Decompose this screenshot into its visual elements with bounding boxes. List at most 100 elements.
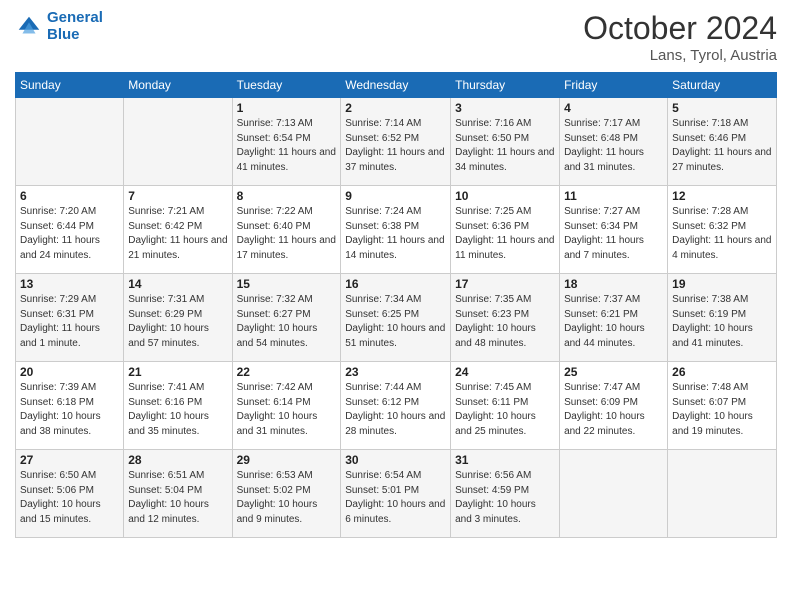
day-number: 4	[564, 101, 663, 115]
calendar-cell: 17 Sunrise: 7:35 AMSunset: 6:23 PMDayligh…	[451, 274, 560, 362]
day-info: Sunrise: 7:24 AMSunset: 6:38 PMDaylight:…	[345, 205, 446, 263]
day-number: 13	[20, 277, 119, 291]
weekday-header-sunday: Sunday	[16, 73, 124, 98]
calendar-cell: 29 Sunrise: 6:53 AMSunset: 5:02 PMDayligh…	[232, 450, 341, 538]
weekday-header-monday: Monday	[124, 73, 232, 98]
calendar-week-row: 6Sunrise: 7:20 AMSunset: 6:44 PMDaylight…	[16, 186, 777, 274]
day-info: Sunrise: 7:34 AMSunset: 6:25 PMDaylight:…	[345, 293, 446, 351]
day-info: Sunrise: 7:22 AMSunset: 6:40 PMDaylight:…	[237, 205, 337, 263]
calendar-week-row: 27 Sunrise: 6:50 AMSunset: 5:06 PMDayligh…	[16, 450, 777, 538]
day-info: Sunrise: 7:25 AMSunset: 6:36 PMDaylight:…	[455, 205, 555, 263]
calendar-cell: 6Sunrise: 7:20 AMSunset: 6:44 PMDaylight…	[16, 186, 124, 274]
day-number: 31	[455, 453, 555, 467]
calendar-cell: 14 Sunrise: 7:31 AMSunset: 6:29 PMDayligh…	[124, 274, 232, 362]
day-number: 18	[564, 277, 663, 291]
day-number: 2	[345, 101, 446, 115]
day-number: 10	[455, 189, 555, 203]
day-info: Sunrise: 7:17 AMSunset: 6:48 PMDaylight:…	[564, 117, 663, 175]
day-number: 19	[672, 277, 772, 291]
day-number: 24	[455, 365, 555, 379]
day-number: 8	[237, 189, 337, 203]
day-number: 11	[564, 189, 663, 203]
day-info: Sunrise: 6:51 AMSunset: 5:04 PMDaylight:…	[128, 469, 227, 527]
day-number: 20	[20, 365, 119, 379]
day-number: 16	[345, 277, 446, 291]
day-number: 7	[128, 189, 227, 203]
calendar-cell: 23Sunrise: 7:44 AMSunset: 6:12 PMDayligh…	[341, 362, 451, 450]
day-number: 14	[128, 277, 227, 291]
calendar-cell: 24 Sunrise: 7:45 AMSunset: 6:11 PMDayligh…	[451, 362, 560, 450]
day-info: Sunrise: 7:45 AMSunset: 6:11 PMDaylight:…	[455, 381, 555, 439]
calendar-cell: 8 Sunrise: 7:22 AMSunset: 6:40 PMDaylight…	[232, 186, 341, 274]
calendar-cell: 2Sunrise: 7:14 AMSunset: 6:52 PMDaylight…	[341, 98, 451, 186]
calendar-cell: 19Sunrise: 7:38 AMSunset: 6:19 PMDayligh…	[668, 274, 777, 362]
day-info: Sunrise: 7:32 AMSunset: 6:27 PMDaylight:…	[237, 293, 337, 351]
day-info: Sunrise: 6:54 AMSunset: 5:01 PMDaylight:…	[345, 469, 446, 527]
day-number: 5	[672, 101, 772, 115]
calendar-cell: 10 Sunrise: 7:25 AMSunset: 6:36 PMDayligh…	[451, 186, 560, 274]
calendar-cell: 7Sunrise: 7:21 AMSunset: 6:42 PMDaylight…	[124, 186, 232, 274]
day-number: 1	[237, 101, 337, 115]
weekday-header-row: SundayMondayTuesdayWednesdayThursdayFrid…	[16, 73, 777, 98]
calendar-cell: 1 Sunrise: 7:13 AMSunset: 6:54 PMDaylight…	[232, 98, 341, 186]
calendar-cell: 11 Sunrise: 7:27 AMSunset: 6:34 PMDayligh…	[560, 186, 668, 274]
day-info: Sunrise: 7:41 AMSunset: 6:16 PMDaylight:…	[128, 381, 227, 439]
month-title: October 2024	[583, 10, 777, 47]
day-info: Sunrise: 7:42 AMSunset: 6:14 PMDaylight:…	[237, 381, 337, 439]
calendar-cell: 31 Sunrise: 6:56 AMSunset: 4:59 PMDayligh…	[451, 450, 560, 538]
day-number: 21	[128, 365, 227, 379]
day-number: 3	[455, 101, 555, 115]
calendar-cell: 16 Sunrise: 7:34 AMSunset: 6:25 PMDayligh…	[341, 274, 451, 362]
header: General Blue October 2024 Lans, Tyrol, A…	[15, 10, 777, 64]
calendar-cell: 4 Sunrise: 7:17 AMSunset: 6:48 PMDaylight…	[560, 98, 668, 186]
weekday-header-thursday: Thursday	[451, 73, 560, 98]
logo: General Blue	[15, 10, 103, 43]
calendar-week-row: 20 Sunrise: 7:39 AMSunset: 6:18 PMDayligh…	[16, 362, 777, 450]
calendar-cell: 27 Sunrise: 6:50 AMSunset: 5:06 PMDayligh…	[16, 450, 124, 538]
calendar-cell: 18Sunrise: 7:37 AMSunset: 6:21 PMDayligh…	[560, 274, 668, 362]
title-block: October 2024 Lans, Tyrol, Austria	[583, 10, 777, 64]
day-number: 22	[237, 365, 337, 379]
weekday-header-friday: Friday	[560, 73, 668, 98]
calendar-cell: 30 Sunrise: 6:54 AMSunset: 5:01 PMDayligh…	[341, 450, 451, 538]
day-number: 12	[672, 189, 772, 203]
day-info: Sunrise: 7:18 AMSunset: 6:46 PMDaylight:…	[672, 117, 772, 175]
calendar-cell: 20 Sunrise: 7:39 AMSunset: 6:18 PMDayligh…	[16, 362, 124, 450]
calendar-week-row: 1 Sunrise: 7:13 AMSunset: 6:54 PMDaylight…	[16, 98, 777, 186]
day-info: Sunrise: 7:28 AMSunset: 6:32 PMDaylight:…	[672, 205, 772, 263]
day-info: Sunrise: 7:20 AMSunset: 6:44 PMDaylight:…	[20, 205, 119, 263]
day-info: Sunrise: 7:48 AMSunset: 6:07 PMDaylight:…	[672, 381, 772, 439]
page: General Blue October 2024 Lans, Tyrol, A…	[0, 0, 792, 612]
day-number: 25	[564, 365, 663, 379]
calendar-cell: 13 Sunrise: 7:29 AMSunset: 6:31 PMDayligh…	[16, 274, 124, 362]
day-number: 27	[20, 453, 119, 467]
calendar-cell: 3 Sunrise: 7:16 AMSunset: 6:50 PMDaylight…	[451, 98, 560, 186]
day-info: Sunrise: 7:39 AMSunset: 6:18 PMDaylight:…	[20, 381, 119, 439]
calendar-cell: 26 Sunrise: 7:48 AMSunset: 6:07 PMDayligh…	[668, 362, 777, 450]
day-number: 26	[672, 365, 772, 379]
weekday-header-wednesday: Wednesday	[341, 73, 451, 98]
weekday-header-saturday: Saturday	[668, 73, 777, 98]
day-number: 17	[455, 277, 555, 291]
day-info: Sunrise: 7:29 AMSunset: 6:31 PMDaylight:…	[20, 293, 119, 351]
calendar-cell: 21 Sunrise: 7:41 AMSunset: 6:16 PMDayligh…	[124, 362, 232, 450]
day-number: 29	[237, 453, 337, 467]
day-info: Sunrise: 6:50 AMSunset: 5:06 PMDaylight:…	[20, 469, 119, 527]
day-info: Sunrise: 7:31 AMSunset: 6:29 PMDaylight:…	[128, 293, 227, 351]
day-info: Sunrise: 7:27 AMSunset: 6:34 PMDaylight:…	[564, 205, 663, 263]
day-number: 9	[345, 189, 446, 203]
day-number: 23	[345, 365, 446, 379]
calendar-cell: 5 Sunrise: 7:18 AMSunset: 6:46 PMDaylight…	[668, 98, 777, 186]
calendar-cell	[668, 450, 777, 538]
day-number: 30	[345, 453, 446, 467]
day-info: Sunrise: 6:53 AMSunset: 5:02 PMDaylight:…	[237, 469, 337, 527]
day-info: Sunrise: 7:16 AMSunset: 6:50 PMDaylight:…	[455, 117, 555, 175]
calendar-cell: 9 Sunrise: 7:24 AMSunset: 6:38 PMDaylight…	[341, 186, 451, 274]
day-info: Sunrise: 6:56 AMSunset: 4:59 PMDaylight:…	[455, 469, 555, 527]
calendar-cell	[16, 98, 124, 186]
day-info: Sunrise: 7:13 AMSunset: 6:54 PMDaylight:…	[237, 117, 337, 175]
calendar-cell: 22 Sunrise: 7:42 AMSunset: 6:14 PMDayligh…	[232, 362, 341, 450]
calendar-cell: 15Sunrise: 7:32 AMSunset: 6:27 PMDayligh…	[232, 274, 341, 362]
day-number: 28	[128, 453, 227, 467]
day-info: Sunrise: 7:35 AMSunset: 6:23 PMDaylight:…	[455, 293, 555, 351]
